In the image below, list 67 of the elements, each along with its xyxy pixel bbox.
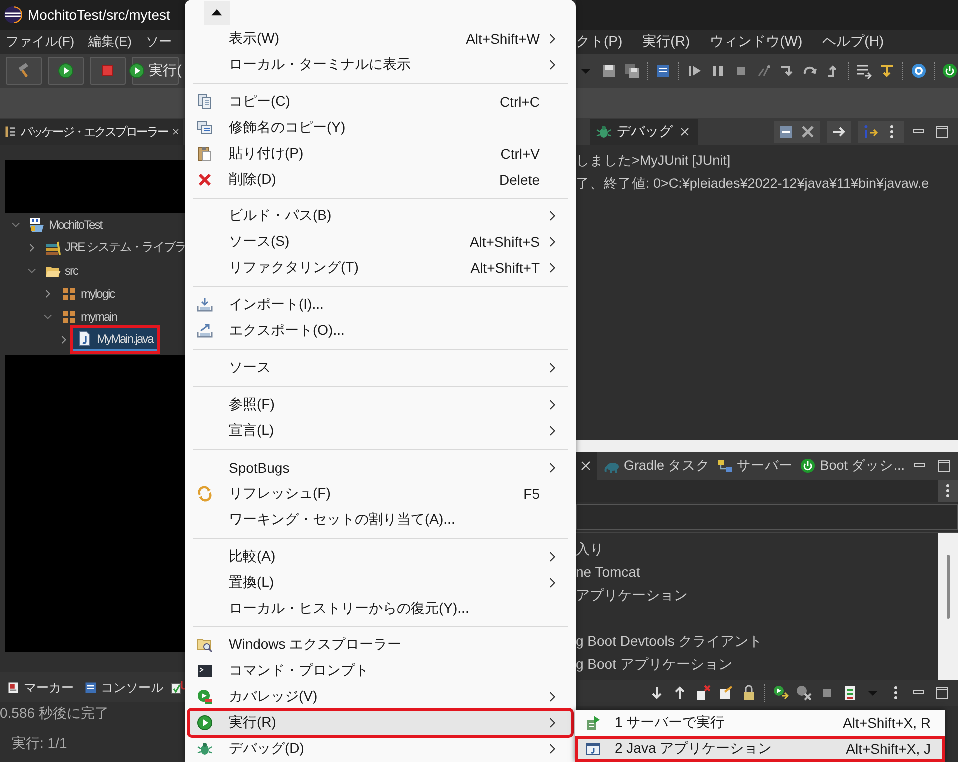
menu-item[interactable]: 実行(R) (632, 33, 700, 51)
menu-item[interactable]: コマンド・プロンプト (189, 658, 572, 684)
menu-item[interactable]: Windows エクスプローラー (189, 632, 572, 658)
shortcut-label: Alt+Shift+T (470, 260, 540, 276)
runs-count: 実行: 1/1 (11, 734, 68, 753)
menu-item[interactable]: インポート(I)... (189, 292, 572, 318)
tree-item[interactable]: mylogic (57, 282, 119, 305)
window-title: MochitoTest/src/mytest (28, 7, 170, 23)
menu-item[interactable]: 貼り付け(P) Ctrl+V (189, 140, 572, 167)
menu-item[interactable]: ソース (189, 355, 572, 382)
shortcut-label: Alt+Shift+X, R (843, 715, 931, 731)
menu-item[interactable]: エクスポート(O)... (189, 318, 572, 344)
menu-item[interactable]: カバレッジ(V) (189, 684, 572, 710)
tree-item[interactable]: g Boot Devtools クライアント (576, 630, 938, 653)
menu-item[interactable]: 修飾名のコピー(Y) (189, 114, 572, 141)
view-tab[interactable]: デバッグ (590, 119, 698, 145)
tree-item[interactable]: 入り (576, 538, 938, 561)
tree-item[interactable]: src (41, 259, 82, 282)
debug-tree-item[interactable]: 了、終了値: 0>C:¥pleiades¥2022-12¥java¥11¥bin¥javaw.e (576, 172, 958, 195)
tree-item[interactable]: mymain (57, 305, 122, 328)
shortcut-label: F5 (524, 486, 540, 502)
tree-item[interactable]: JRE システム・ライブラ (41, 236, 185, 259)
menu-item[interactable]: 編集(E) (82, 33, 140, 51)
status-text: 0.586 秒後に完了 (0, 704, 110, 723)
menu-item[interactable]: 2 Java アプリケーション Alt+Shift+X, J (575, 736, 945, 762)
menu-item[interactable]: ファイル(F) (0, 33, 83, 51)
menu-item[interactable]: 参照(F) (189, 392, 572, 418)
tree-item[interactable]: アプリケーション (576, 584, 938, 607)
view-tab[interactable]: Gradle タスク (604, 453, 710, 479)
menu-item[interactable]: ウィンドウ(W) (700, 33, 813, 51)
menu-item[interactable]: コピー(C) Ctrl+C (189, 88, 572, 115)
menu-item[interactable]: デバッグ(D) (189, 736, 572, 762)
shortcut-label: Delete (500, 172, 540, 188)
tree-item[interactable]: ne Tomcat (576, 561, 938, 584)
tree-item[interactable]: MyMain.java (73, 328, 158, 351)
debug-tree-item[interactable]: しました>MyJUnit [JUnit] (576, 149, 958, 172)
menu-item[interactable]: ローカル・ヒストリーからの復元(Y)... (189, 596, 572, 622)
menu-item[interactable]: 表示(W) Alt+Shift+W (189, 26, 572, 52)
menu-item[interactable]: リフレッシュ(F) F5 (189, 480, 572, 507)
menu-item[interactable]: 削除(D) Delete (189, 166, 572, 193)
menu-item[interactable]: 比較(A) (189, 544, 572, 570)
shortcut-label: Alt+Shift+W (466, 30, 540, 47)
tree-item[interactable]: g Boot アプリケーション (576, 653, 938, 676)
menu-item[interactable]: SpotBugs (189, 454, 572, 481)
menu-item[interactable]: クト(P) (576, 33, 633, 51)
shortcut-label: Ctrl+C (500, 94, 540, 110)
menu-item[interactable]: 置換(L) (189, 570, 572, 596)
menu-item[interactable]: ソー (140, 33, 180, 51)
view-tab[interactable]: Boot ダッシ... (800, 453, 905, 479)
menu-item[interactable]: ヘルプ(H) (812, 33, 894, 51)
view-tab[interactable]: コンソール (81, 676, 166, 698)
menu-item[interactable]: ビルド・パス(B) (189, 204, 572, 230)
menu-item[interactable]: ローカル・ターミナルに表示 (189, 52, 572, 78)
view-tab[interactable]: サーバー (717, 453, 794, 479)
menu-item[interactable]: リファクタリング(T) Alt+Shift+T (189, 255, 572, 282)
menu-item[interactable]: 1 サーバーで実行 Alt+Shift+X, R (575, 710, 945, 736)
menu-item[interactable]: 実行(R) (189, 710, 572, 736)
view-tab[interactable]: マーカー (4, 676, 77, 698)
menu-item[interactable]: ソース(S) Alt+Shift+S (189, 229, 572, 256)
shortcut-label: Alt+Shift+X, J (846, 741, 931, 757)
view-tab[interactable]: パッケージ・エクスプローラー (0, 119, 183, 145)
shortcut-label: Alt+Shift+S (470, 234, 540, 250)
menu-item[interactable]: 宣言(L) (189, 418, 572, 444)
shortcut-label: Ctrl+V (500, 146, 540, 162)
run-config-button[interactable]: 実行( (132, 57, 179, 85)
menu-item[interactable]: ワーキング・セットの割り当て(A)... (189, 506, 572, 533)
tree-item[interactable]: MochitoTest (25, 213, 106, 236)
